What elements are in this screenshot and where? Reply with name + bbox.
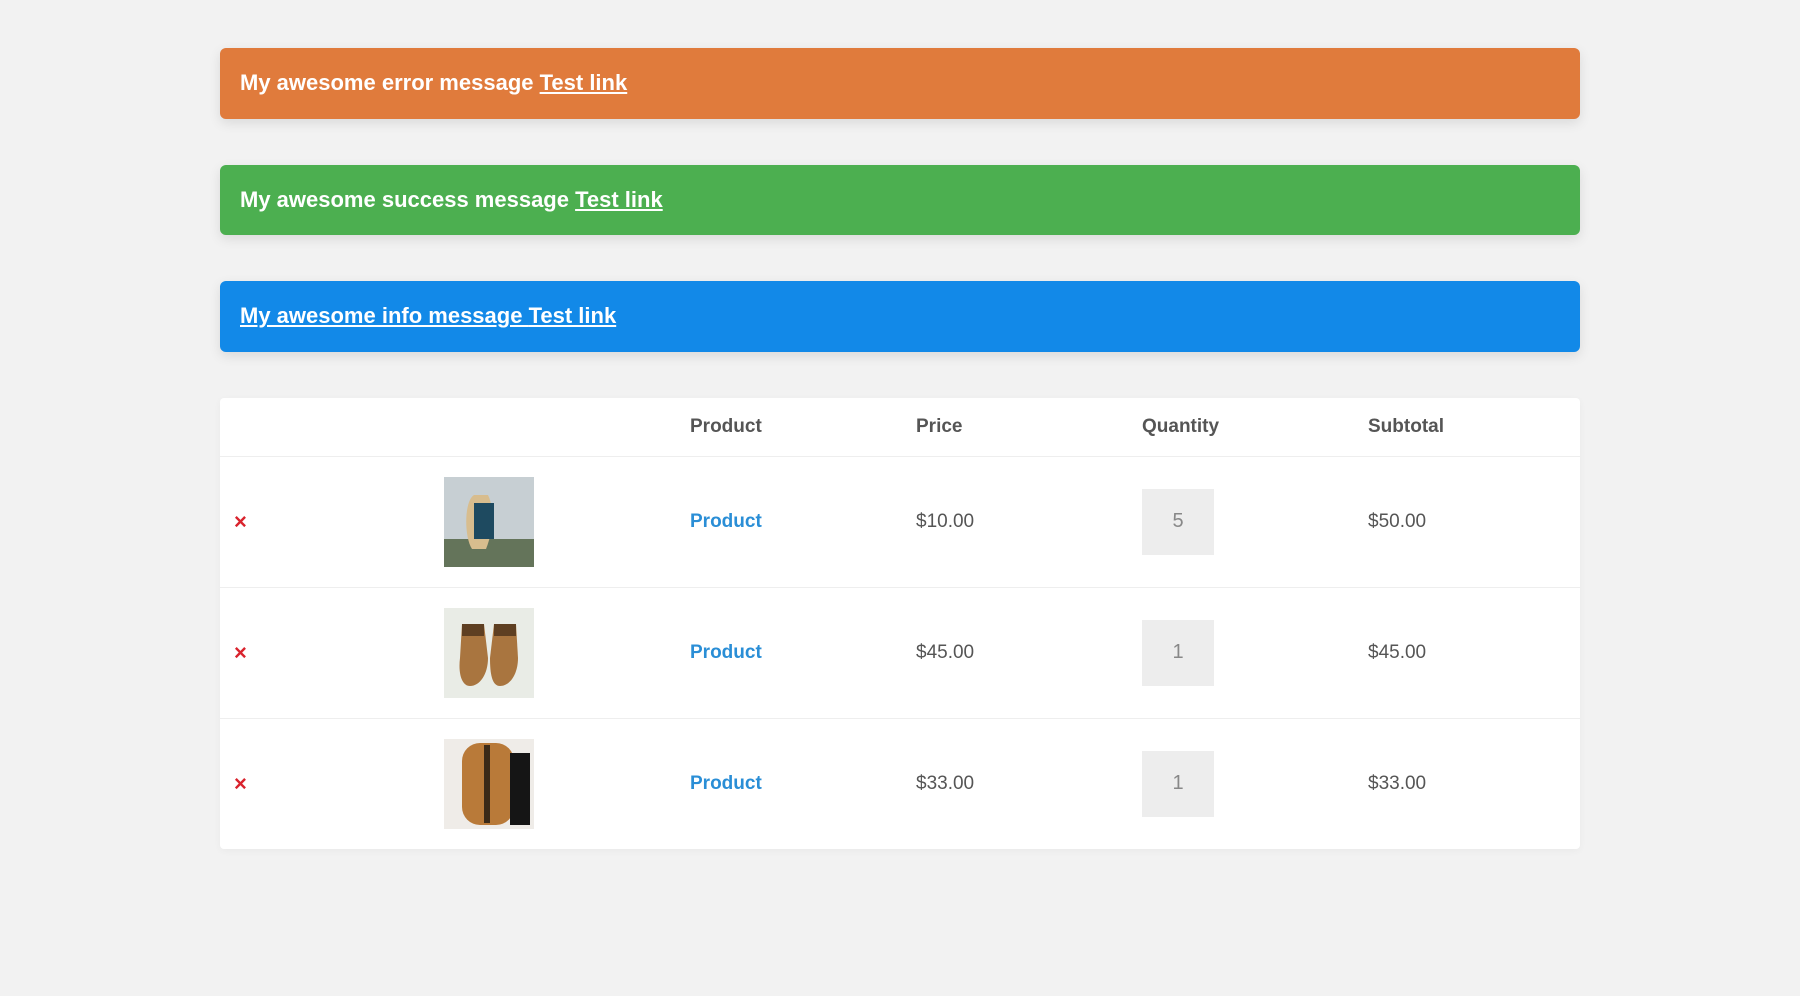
product-link[interactable]: Product [690,773,762,794]
product-link[interactable]: Product [690,511,762,532]
notice-error-text: My awesome error message [240,70,540,95]
cart-header-thumb [430,398,676,457]
cart-table: Product Price Quantity Subtotal × [220,398,1580,849]
remove-button[interactable]: × [234,771,247,797]
product-thumbnail[interactable] [444,739,534,829]
notice-info-text: My awesome info message [240,303,529,328]
quantity-input[interactable] [1142,620,1214,686]
quantity-input[interactable] [1142,751,1214,817]
table-row: × Product [220,718,1580,849]
notice-info: My awesome info message Test link [220,281,1580,352]
quantity-input[interactable] [1142,489,1214,555]
cart-table-container: Product Price Quantity Subtotal × [220,398,1580,849]
remove-button[interactable]: × [234,640,247,666]
price-value: $45.00 [916,642,974,663]
table-row: × P [220,587,1580,718]
remove-button[interactable]: × [234,509,247,535]
cart-header-remove [220,398,430,457]
price-value: $10.00 [916,511,974,532]
subtotal-value: $50.00 [1368,511,1426,532]
subtotal-value: $33.00 [1368,773,1426,794]
product-thumbnail[interactable] [444,477,534,567]
subtotal-value: $45.00 [1368,642,1426,663]
notice-error-link[interactable]: Test link [540,70,628,95]
notice-success: My awesome success message Test link [220,165,1580,236]
notice-error: My awesome error message Test link [220,48,1580,119]
cart-header-price: Price [902,398,1128,457]
cart-header-quantity: Quantity [1128,398,1354,457]
product-thumbnail[interactable] [444,608,534,698]
table-row: × Product [220,456,1580,587]
close-icon: × [234,771,247,796]
close-icon: × [234,509,247,534]
notice-success-link[interactable]: Test link [575,187,663,212]
close-icon: × [234,640,247,665]
product-link[interactable]: Product [690,642,762,663]
cart-header-subtotal: Subtotal [1354,398,1580,457]
notice-success-text: My awesome success message [240,187,575,212]
cart-header-row: Product Price Quantity Subtotal [220,398,1580,457]
price-value: $33.00 [916,773,974,794]
notice-info-link[interactable]: Test link [529,303,617,328]
cart-header-product: Product [676,398,902,457]
